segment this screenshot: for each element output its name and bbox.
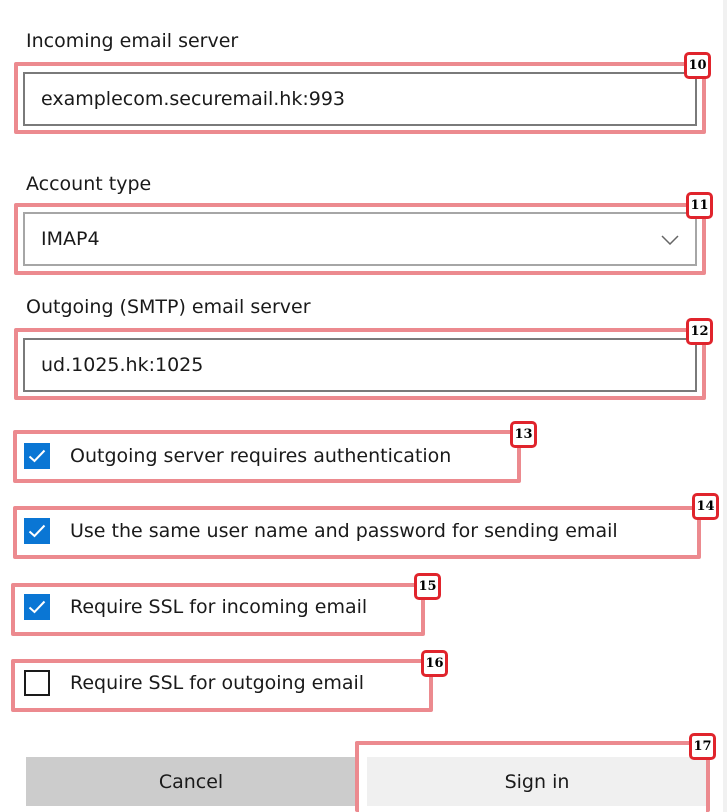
outgoing-server-label: Outgoing (SMTP) email server	[26, 296, 311, 318]
checkbox-checked-icon[interactable]	[24, 443, 50, 469]
checkbox-ssl-incoming[interactable]: Require SSL for incoming email	[24, 594, 367, 620]
chevron-down-icon	[661, 228, 679, 250]
checkbox-label: Require SSL for incoming email	[70, 596, 368, 618]
cancel-button[interactable]: Cancel	[26, 757, 356, 806]
annotation-badge-16: 16	[421, 650, 448, 677]
checkbox-label: Outgoing server requires authentication	[70, 445, 452, 467]
checkbox-unchecked-icon[interactable]	[24, 670, 50, 696]
account-type-label: Account type	[26, 173, 152, 195]
incoming-server-input[interactable]: examplecom.securemail.hk:993	[23, 72, 697, 126]
checkbox-checked-icon[interactable]	[24, 518, 50, 544]
account-type-value: IMAP4	[41, 228, 100, 250]
checkbox-outgoing-auth[interactable]: Outgoing server requires authentication	[24, 443, 451, 469]
account-type-select[interactable]: IMAP4	[23, 212, 697, 266]
annotation-badge-13: 13	[510, 421, 537, 448]
outgoing-server-value: ud.1025.hk:1025	[41, 354, 204, 376]
outgoing-server-input[interactable]: ud.1025.hk:1025	[23, 338, 697, 392]
checkbox-label: Require SSL for outgoing email	[70, 672, 365, 694]
annotation-badge-11: 11	[686, 192, 713, 219]
checkbox-same-credentials[interactable]: Use the same user name and password for …	[24, 518, 618, 544]
incoming-server-label: Incoming email server	[26, 30, 239, 52]
checkbox-label: Use the same user name and password for …	[70, 520, 618, 542]
checkbox-ssl-outgoing[interactable]: Require SSL for outgoing email	[24, 670, 364, 696]
checkbox-checked-icon[interactable]	[24, 594, 50, 620]
annotation-badge-17: 17	[689, 733, 716, 760]
incoming-server-value: examplecom.securemail.hk:993	[41, 88, 346, 110]
annotation-badge-14: 14	[692, 493, 719, 520]
sign-in-button[interactable]: Sign in	[367, 757, 707, 806]
scrollbar[interactable]	[723, 0, 727, 812]
annotation-badge-15: 15	[414, 573, 441, 600]
annotation-badge-10: 10	[684, 52, 711, 79]
annotation-badge-12: 12	[686, 318, 713, 345]
